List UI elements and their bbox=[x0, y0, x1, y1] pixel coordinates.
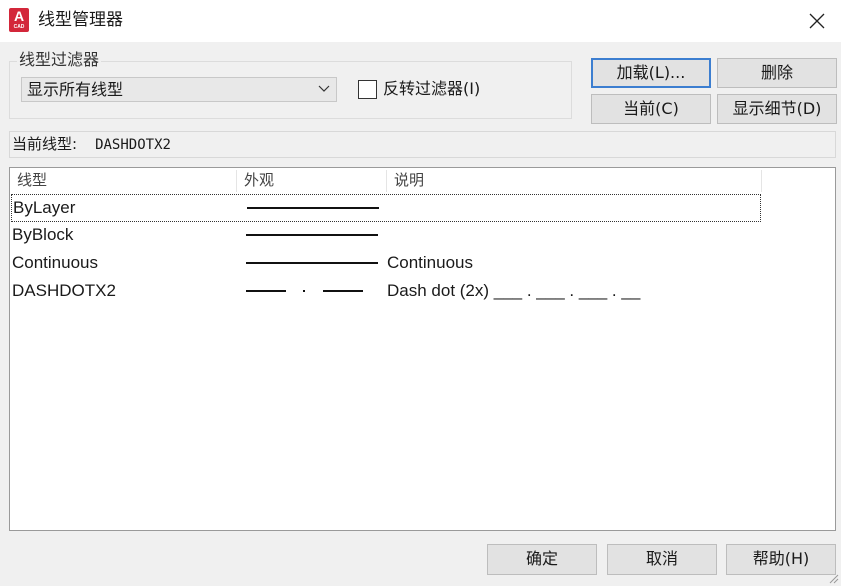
invert-filter-checkbox[interactable] bbox=[358, 80, 377, 99]
show-details-button[interactable]: 显示细节(D) bbox=[717, 94, 837, 124]
close-button[interactable] bbox=[793, 0, 841, 42]
linetype-sample-solid bbox=[246, 262, 378, 264]
filter-dropdown-value: 显示所有线型 bbox=[27, 80, 124, 99]
resize-grip-icon[interactable] bbox=[827, 572, 839, 584]
current-linetype-label: 当前线型: bbox=[12, 135, 78, 153]
linetype-name: Continuous bbox=[12, 253, 99, 272]
filter-dropdown[interactable]: 显示所有线型 bbox=[21, 77, 337, 102]
table-row[interactable]: ByBlock bbox=[10, 222, 835, 250]
current-linetype-bar: 当前线型: DASHDOTX2 bbox=[9, 131, 836, 158]
ok-button[interactable]: 确定 bbox=[487, 544, 597, 575]
linetype-name: ByBlock bbox=[12, 225, 74, 244]
column-header-appearance[interactable]: 外观 bbox=[237, 168, 386, 194]
autocad-app-icon: A CAD bbox=[9, 8, 29, 32]
window-title: 线型管理器 bbox=[38, 10, 123, 30]
load-button[interactable]: 加载(L)... bbox=[591, 58, 711, 88]
help-button[interactable]: 帮助(H) bbox=[726, 544, 836, 575]
linetype-sample-dashdot bbox=[246, 290, 363, 292]
close-icon bbox=[809, 13, 825, 29]
linetype-list[interactable]: 线型 外观 说明 ByLayer ByBlock Continuous Cont… bbox=[9, 167, 836, 531]
linetype-sample-solid bbox=[247, 207, 379, 209]
table-row[interactable]: ByLayer bbox=[11, 194, 761, 222]
linetype-name: ByLayer bbox=[13, 198, 76, 217]
column-header-description[interactable]: 说明 bbox=[387, 168, 761, 194]
filter-group-label: 线型过滤器 bbox=[17, 50, 102, 70]
linetype-sample-solid bbox=[246, 234, 378, 236]
table-row[interactable]: Continuous Continuous bbox=[10, 250, 835, 278]
column-divider[interactable] bbox=[761, 170, 762, 192]
title-bar: A CAD 线型管理器 bbox=[0, 0, 841, 42]
delete-button[interactable]: 删除 bbox=[717, 58, 837, 88]
linetype-description: Dash dot (2x) ___ . ___ . ___ . __ bbox=[387, 281, 641, 300]
cancel-button[interactable]: 取消 bbox=[607, 544, 717, 575]
linetype-description: Continuous bbox=[387, 253, 474, 272]
set-current-button[interactable]: 当前(C) bbox=[591, 94, 711, 124]
current-linetype-value: DASHDOTX2 bbox=[95, 137, 171, 153]
linetype-name: DASHDOTX2 bbox=[12, 281, 116, 300]
invert-filter-label[interactable]: 反转过滤器(I) bbox=[383, 78, 480, 100]
column-header-linetype[interactable]: 线型 bbox=[10, 168, 236, 194]
table-row[interactable]: DASHDOTX2 Dash dot (2x) ___ . ___ . ___ … bbox=[10, 278, 835, 306]
chevron-down-icon bbox=[318, 85, 330, 92]
